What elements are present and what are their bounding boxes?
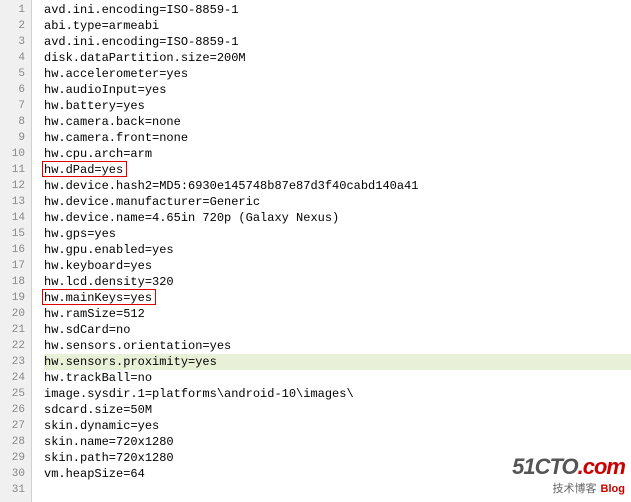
line-number: 25 [0, 386, 25, 402]
code-line[interactable]: hw.camera.front=none [44, 130, 631, 146]
code-line[interactable] [44, 482, 631, 498]
code-area[interactable]: avd.ini.encoding=ISO-8859-1abi.type=arme… [32, 0, 631, 502]
code-line[interactable]: skin.path=720x1280 [44, 450, 631, 466]
line-number: 12 [0, 178, 25, 194]
code-line[interactable]: hw.trackBall=no [44, 370, 631, 386]
line-number: 9 [0, 130, 25, 146]
line-number: 30 [0, 466, 25, 482]
code-line[interactable]: hw.sensors.orientation=yes [44, 338, 631, 354]
line-number: 16 [0, 242, 25, 258]
code-line[interactable]: hw.keyboard=yes [44, 258, 631, 274]
code-line[interactable]: avd.ini.encoding=ISO-8859-1 [44, 34, 631, 50]
code-line[interactable]: hw.device.manufacturer=Generic [44, 194, 631, 210]
code-line[interactable]: sdcard.size=50M [44, 402, 631, 418]
line-number: 23 [0, 354, 25, 370]
code-line[interactable]: hw.device.name=4.65in 720p (Galaxy Nexus… [44, 210, 631, 226]
code-line[interactable]: hw.camera.back=none [44, 114, 631, 130]
code-line[interactable]: hw.device.hash2=MD5:6930e145748b87e87d3f… [44, 178, 631, 194]
code-line[interactable]: hw.sdCard=no [44, 322, 631, 338]
line-number: 4 [0, 50, 25, 66]
line-number: 3 [0, 34, 25, 50]
code-line[interactable]: hw.gps=yes [44, 226, 631, 242]
code-line[interactable]: hw.audioInput=yes [44, 82, 631, 98]
line-number: 10 [0, 146, 25, 162]
code-line[interactable]: hw.ramSize=512 [44, 306, 631, 322]
line-number: 31 [0, 482, 25, 498]
line-number: 19 [0, 290, 25, 306]
line-number: 22 [0, 338, 25, 354]
code-line[interactable]: hw.cpu.arch=arm [44, 146, 631, 162]
line-number: 17 [0, 258, 25, 274]
line-number: 8 [0, 114, 25, 130]
code-line[interactable]: disk.dataPartition.size=200M [44, 50, 631, 66]
code-editor: 1 2 3 4 5 6 7 8 9 10 11 12 13 14 15 16 1… [0, 0, 631, 502]
code-line[interactable]: skin.dynamic=yes [44, 418, 631, 434]
code-line[interactable]: hw.lcd.density=320 [44, 274, 631, 290]
code-line[interactable]: avd.ini.encoding=ISO-8859-1 [44, 2, 631, 18]
line-number: 1 [0, 2, 25, 18]
line-number: 20 [0, 306, 25, 322]
line-number: 18 [0, 274, 25, 290]
line-number: 27 [0, 418, 25, 434]
code-line[interactable]: abi.type=armeabi [44, 18, 631, 34]
code-line[interactable]: hw.accelerometer=yes [44, 66, 631, 82]
line-number: 13 [0, 194, 25, 210]
line-number: 6 [0, 82, 25, 98]
code-line[interactable]: vm.heapSize=64 [44, 466, 631, 482]
code-line[interactable]: hw.gpu.enabled=yes [44, 242, 631, 258]
code-line[interactable]: hw.mainKeys=yes [44, 290, 631, 306]
code-line[interactable]: hw.dPad=yes [44, 162, 631, 178]
line-number: 11 [0, 162, 25, 178]
line-number: 28 [0, 434, 25, 450]
line-number: 24 [0, 370, 25, 386]
code-line[interactable]: skin.name=720x1280 [44, 434, 631, 450]
line-number: 5 [0, 66, 25, 82]
line-number: 2 [0, 18, 25, 34]
code-line[interactable]: image.sysdir.1=platforms\android-10\imag… [44, 386, 631, 402]
line-number-gutter: 1 2 3 4 5 6 7 8 9 10 11 12 13 14 15 16 1… [0, 0, 32, 502]
code-line[interactable]: hw.sensors.proximity=yes [44, 354, 631, 370]
line-number: 14 [0, 210, 25, 226]
line-number: 29 [0, 450, 25, 466]
line-number: 15 [0, 226, 25, 242]
line-number: 21 [0, 322, 25, 338]
line-number: 7 [0, 98, 25, 114]
code-line[interactable]: hw.battery=yes [44, 98, 631, 114]
line-number: 26 [0, 402, 25, 418]
